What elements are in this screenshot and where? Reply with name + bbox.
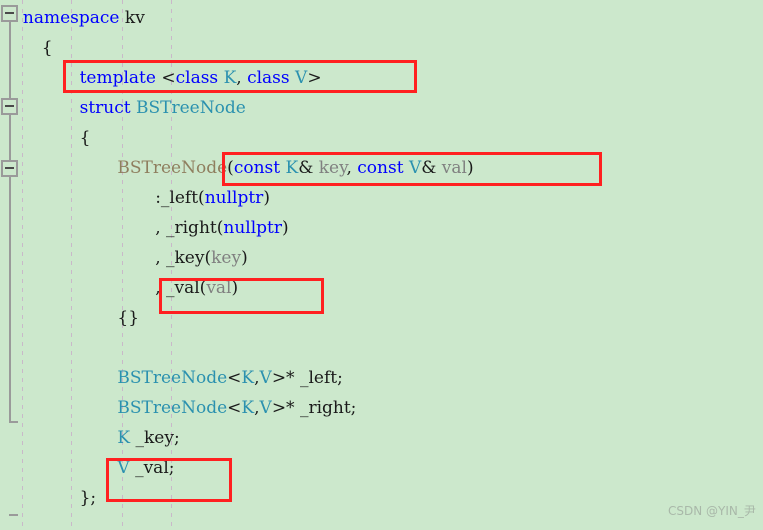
code-token: < [227, 398, 242, 418]
code-line-1[interactable]: namespace kv [23, 3, 145, 33]
code-line-16[interactable]: V _val; [117, 453, 174, 483]
code-token: const [233, 158, 286, 178]
code-token: ) [241, 248, 248, 268]
code-token: val [206, 278, 232, 298]
code-token: K [241, 368, 255, 388]
code-token: namespace [22, 8, 125, 28]
code-token: nullptr [223, 218, 282, 238]
code-token: , _right [155, 218, 217, 238]
code-token: :_left [155, 188, 199, 208]
code-token: val [441, 158, 467, 178]
code-token: BSTreeNode [117, 158, 228, 178]
code-token: ( [227, 158, 234, 178]
code-token: K [223, 68, 237, 88]
code-token: > [307, 68, 322, 88]
csdn-watermark: CSDN @YIN_尹 [668, 504, 756, 518]
code-token: BSTreeNode [135, 98, 246, 118]
code-line-2[interactable]: { [42, 33, 53, 63]
code-token: & [298, 158, 319, 178]
code-editor-view: namespace kv{template <class K, class V>… [0, 0, 763, 530]
code-token: >* _right; [271, 398, 357, 418]
code-token: V [295, 68, 308, 88]
code-token: kv [124, 8, 145, 28]
code-line-3[interactable]: template <class K, class V> [80, 63, 322, 93]
code-token: K [241, 398, 255, 418]
code-token: struct [79, 98, 136, 118]
code-token: V [259, 368, 272, 388]
code-token: { [41, 38, 53, 58]
code-token: { [79, 128, 91, 148]
code-token: ) [466, 158, 474, 178]
code-token: _val; [129, 458, 175, 478]
code-token: }; [79, 488, 97, 508]
code-line-6[interactable]: BSTreeNode(const K& key, const V& val) [117, 153, 473, 183]
code-token: BSTreeNode [117, 398, 228, 418]
code-token: {} [117, 308, 140, 328]
code-line-9[interactable]: , _key(key) [155, 243, 248, 273]
code-token: , _key [155, 248, 205, 268]
code-token: V [408, 158, 422, 178]
source-code-text[interactable]: namespace kv{template <class K, class V>… [0, 0, 763, 530]
code-token: ) [282, 218, 289, 238]
code-token: < [227, 368, 242, 388]
code-token: template [79, 68, 162, 88]
code-token: , [236, 68, 248, 88]
code-token: BSTreeNode [117, 368, 228, 388]
code-token: K [285, 158, 299, 178]
code-line-17[interactable]: }; [80, 483, 97, 513]
code-token: >* _left; [271, 368, 343, 388]
code-line-14[interactable]: BSTreeNode<K,V>* _right; [117, 393, 356, 423]
code-token: & [421, 158, 442, 178]
code-token: key [211, 248, 242, 268]
code-token: _key; [130, 428, 180, 448]
code-token: , _val [155, 278, 200, 298]
code-token: key [318, 158, 347, 178]
code-token: < [161, 68, 176, 88]
code-line-13[interactable]: BSTreeNode<K,V>* _left; [117, 363, 342, 393]
code-line-8[interactable]: , _right(nullptr) [155, 213, 288, 243]
code-line-15[interactable]: K _key; [117, 423, 179, 453]
code-token: V [259, 398, 272, 418]
code-token: const [357, 158, 409, 178]
code-line-5[interactable]: { [80, 123, 91, 153]
code-token: class [247, 68, 296, 88]
code-token: ( [198, 188, 205, 208]
code-line-10[interactable]: , _val(val) [155, 273, 238, 303]
code-token: K [117, 428, 131, 448]
code-token: class [175, 68, 224, 88]
code-token: ) [231, 278, 239, 298]
code-token: V [117, 458, 130, 478]
code-token: nullptr [204, 188, 264, 208]
code-token: ) [263, 188, 270, 208]
code-line-4[interactable]: struct BSTreeNode [80, 93, 246, 123]
code-line-7[interactable]: :_left(nullptr) [155, 183, 270, 213]
code-line-11[interactable]: {} [117, 303, 139, 333]
code-token: , [346, 158, 358, 178]
